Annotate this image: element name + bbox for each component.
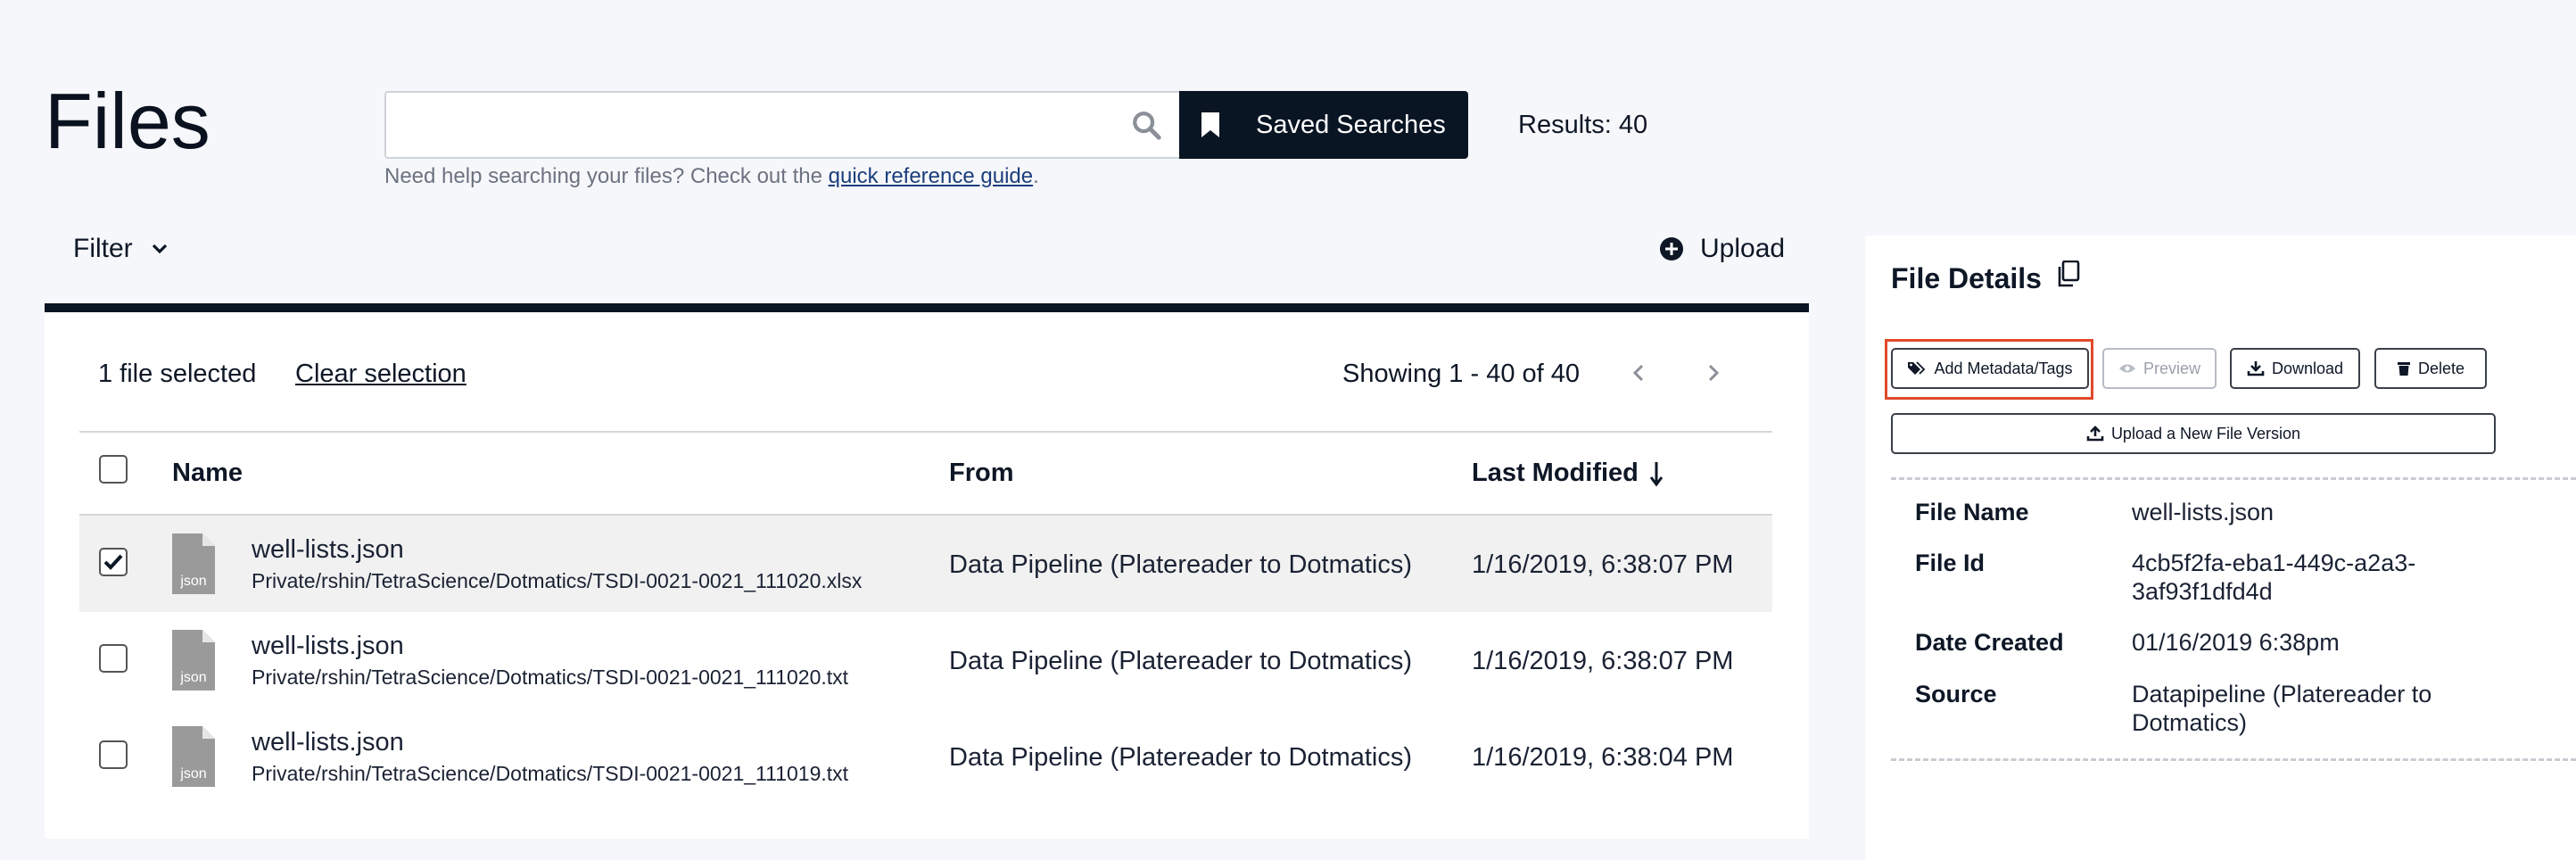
column-header-from[interactable]: From bbox=[949, 459, 1014, 488]
row-checkbox[interactable] bbox=[99, 740, 128, 769]
preview-label: Preview bbox=[2143, 359, 2201, 377]
clear-selection-link[interactable]: Clear selection bbox=[295, 360, 466, 389]
file-name[interactable]: well-lists.json bbox=[252, 535, 404, 565]
preview-button[interactable]: Preview bbox=[2102, 348, 2217, 389]
column-header-last-modified[interactable]: Last Modified bbox=[1472, 459, 1664, 488]
json-file-icon: json bbox=[172, 726, 215, 787]
file-modified: 1/16/2019, 6:38:07 PM bbox=[1472, 647, 1734, 675]
file-modified: 1/16/2019, 6:38:04 PM bbox=[1472, 743, 1734, 772]
quick-reference-link[interactable]: quick reference guide bbox=[829, 164, 1033, 188]
detail-label-file-name: File Name bbox=[1915, 499, 2029, 525]
download-label: Download bbox=[2271, 359, 2344, 377]
detail-value-source: Datapipeline (Platereader to Dotmatics) bbox=[2132, 681, 2432, 736]
row-checkbox[interactable] bbox=[99, 548, 128, 576]
checkmark-icon bbox=[103, 554, 123, 570]
search-input[interactable] bbox=[386, 93, 1118, 157]
saved-searches-label: Saved Searches bbox=[1256, 110, 1446, 139]
column-header-name[interactable]: Name bbox=[172, 459, 243, 488]
json-file-icon: json bbox=[172, 630, 215, 690]
saved-searches-button[interactable]: Saved Searches bbox=[1179, 91, 1468, 159]
results-count: Results: 40 bbox=[1518, 111, 1648, 139]
search-help-text: Need help searching your files? Check ou… bbox=[384, 164, 1039, 188]
column-header-last-modified-label: Last Modified bbox=[1472, 459, 1639, 487]
file-source: Data Pipeline (Platereader to Dotmatics) bbox=[949, 550, 1413, 579]
page-title: Files bbox=[45, 77, 211, 165]
delete-button[interactable]: Delete bbox=[2374, 348, 2487, 389]
detail-label-file-id: File Id bbox=[1915, 550, 1986, 576]
file-modified: 1/16/2019, 6:38:07 PM bbox=[1472, 550, 1734, 579]
delete-label: Delete bbox=[2417, 359, 2465, 377]
search-icon[interactable] bbox=[1131, 110, 1161, 140]
plus-circle-icon bbox=[1660, 237, 1683, 260]
selection-count: 1 file selected bbox=[98, 360, 257, 388]
trash-icon bbox=[2397, 362, 2410, 376]
file-name[interactable]: well-lists.json bbox=[252, 728, 404, 757]
file-path: Private/rshin/TetraScience/Dotmatics/TSD… bbox=[252, 762, 849, 785]
download-button[interactable]: Download bbox=[2230, 348, 2360, 389]
upload-icon bbox=[2086, 426, 2104, 442]
detail-value-date-created: 01/16/2019 6:38pm bbox=[2132, 629, 2340, 656]
sort-descending-icon bbox=[1649, 461, 1664, 486]
upload-label: Upload bbox=[1700, 234, 1786, 263]
svg-text:json: json bbox=[179, 670, 206, 685]
chevron-down-icon bbox=[152, 244, 167, 254]
detail-value-file-name: well-lists.json bbox=[2132, 499, 2275, 525]
chevron-right-icon[interactable] bbox=[1700, 357, 1727, 389]
detail-label-source: Source bbox=[1915, 681, 1997, 707]
filter-dropdown[interactable]: Filter bbox=[73, 234, 169, 264]
upload-new-version-label: Upload a New File Version bbox=[2110, 424, 2301, 442]
file-source: Data Pipeline (Platereader to Dotmatics) bbox=[949, 743, 1413, 772]
file-details-title: File Details bbox=[1891, 262, 2042, 294]
upload-button[interactable]: Upload bbox=[1659, 234, 1785, 264]
pagination-summary: Showing 1 - 40 of 40 bbox=[1342, 360, 1581, 388]
file-details-panel bbox=[1865, 236, 2576, 860]
divider bbox=[1891, 477, 2576, 480]
divider bbox=[79, 431, 1772, 433]
file-path: Private/rshin/TetraScience/Dotmatics/TSD… bbox=[252, 569, 863, 592]
select-all-checkbox[interactable] bbox=[99, 455, 128, 484]
upload-new-version-button[interactable]: Upload a New File Version bbox=[1891, 413, 2496, 454]
file-source: Data Pipeline (Platereader to Dotmatics) bbox=[949, 647, 1413, 675]
chevron-left-icon[interactable] bbox=[1625, 357, 1652, 389]
json-file-icon: json bbox=[172, 533, 215, 594]
svg-text:json: json bbox=[179, 574, 206, 589]
eye-icon bbox=[2118, 364, 2135, 373]
detail-value-file-id: 4cb5f2fa-eba1-449c-a2a3- 3af93f1dfd4d bbox=[2132, 550, 2416, 605]
row-checkbox[interactable] bbox=[99, 644, 128, 673]
highlight-box bbox=[1885, 339, 2093, 400]
svg-text:json: json bbox=[179, 766, 206, 781]
file-path: Private/rshin/TetraScience/Dotmatics/TSD… bbox=[252, 666, 849, 689]
file-name[interactable]: well-lists.json bbox=[252, 632, 404, 661]
detail-label-date-created: Date Created bbox=[1915, 629, 2064, 656]
copy-icon[interactable] bbox=[2057, 260, 2080, 287]
divider bbox=[1891, 758, 2576, 761]
filter-label: Filter bbox=[73, 234, 133, 263]
download-icon bbox=[2247, 361, 2265, 376]
bookmark-icon bbox=[1201, 112, 1219, 137]
